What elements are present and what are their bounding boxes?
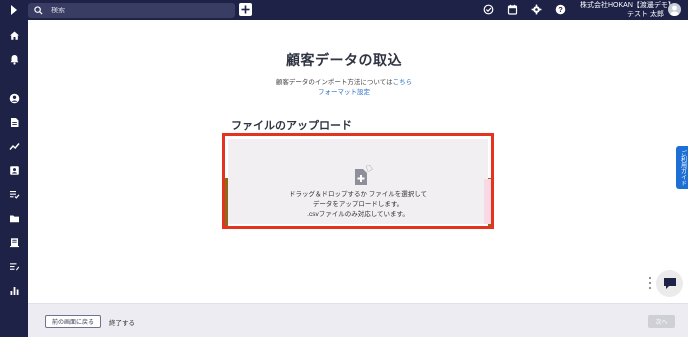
format-settings-link[interactable]: フォーマット設定 [0, 86, 688, 96]
calendar-icon [507, 4, 518, 15]
drop-zone-inner[interactable]: ドラッグ＆ドロップするか ファイルを選択して データをアップロードします。 .c… [228, 139, 491, 224]
sidebar-item-tasks[interactable] [8, 188, 20, 200]
calendar-button[interactable] [507, 4, 518, 15]
import-help-link[interactable]: こちら [393, 79, 413, 86]
list-edit-icon [9, 262, 19, 270]
sidebar-item-home[interactable] [8, 29, 20, 41]
top-bar: ? 株式会社HOKAN【渡邊デモ】 テスト 太郎 [0, 0, 688, 20]
import-info-text: 顧客データのインポート方法についてはこちら [0, 76, 688, 86]
drop-text-line3: .csvファイルのみ対応しています。 [307, 211, 409, 218]
account-info[interactable]: 株式会社HOKAN【渡邊デモ】 テスト 太郎 [580, 1, 675, 19]
user-avatar-icon [670, 5, 679, 16]
document-icon [10, 117, 18, 127]
finish-button[interactable]: 終了する [109, 317, 135, 327]
usage-guide-tab[interactable]: ご利用ガイド [676, 146, 688, 189]
help-button[interactable]: ? [555, 4, 566, 15]
search-icon [34, 6, 43, 15]
chat-button[interactable] [656, 270, 683, 297]
logo-icon[interactable] [8, 4, 20, 16]
footer-bar: 前の画面に戻る 終了する 次へ [28, 303, 688, 337]
sidebar-item-companies[interactable] [8, 236, 20, 248]
back-button[interactable]: 前の画面に戻る [45, 315, 101, 328]
check-circle-icon [483, 4, 494, 15]
help-icon: ? [555, 4, 566, 15]
search-input[interactable] [51, 7, 231, 14]
import-info-prefix: 顧客データのインポート方法については [275, 79, 393, 86]
building-icon [9, 237, 19, 247]
chart-line-icon [8, 142, 20, 150]
company-name: 株式会社HOKAN【渡邊デモ】 [580, 2, 675, 9]
search-box[interactable] [28, 3, 235, 18]
home-icon [9, 31, 19, 40]
sidebar-item-contacts[interactable] [8, 164, 20, 176]
drop-text-line2: データをアップロードします。 [312, 201, 404, 208]
avatar[interactable] [668, 3, 681, 16]
sidebar-item-analytics[interactable] [8, 140, 20, 152]
file-upload-icon [355, 165, 373, 185]
user-name: テスト 太郎 [627, 11, 664, 18]
next-button[interactable]: 次へ [648, 315, 675, 328]
sidebar-item-settings-list[interactable] [8, 260, 20, 272]
file-drop-zone[interactable]: ドラッグ＆ドロップするか ファイルを選択して データをアップロードします。 .c… [222, 133, 494, 229]
task-check-button[interactable] [483, 4, 494, 15]
plus-icon [241, 5, 250, 14]
more-dots-icon[interactable] [648, 276, 652, 290]
add-button[interactable] [239, 3, 252, 16]
list-check-icon [9, 190, 19, 199]
contact-card-icon [9, 165, 19, 175]
sidebar-item-reports[interactable] [8, 284, 20, 296]
sidebar-item-documents[interactable] [8, 116, 20, 128]
drop-zone-instructions: ドラッグ＆ドロップするか ファイルを選択して データをアップロードします。 .c… [228, 190, 488, 220]
settings-button[interactable] [531, 4, 542, 15]
bar-chart-icon [10, 286, 18, 295]
sidebar-item-folders[interactable] [8, 212, 20, 224]
chat-bubble-icon [663, 278, 676, 289]
page-title: 顧客データの取込 [286, 52, 402, 68]
upload-section-title: ファイルのアップロード [231, 120, 352, 132]
folder-icon [9, 215, 19, 222]
drop-text-line1: ドラッグ＆ドロップするか ファイルを選択して [288, 191, 428, 198]
svg-text:?: ? [558, 5, 563, 14]
gear-icon [531, 4, 542, 15]
